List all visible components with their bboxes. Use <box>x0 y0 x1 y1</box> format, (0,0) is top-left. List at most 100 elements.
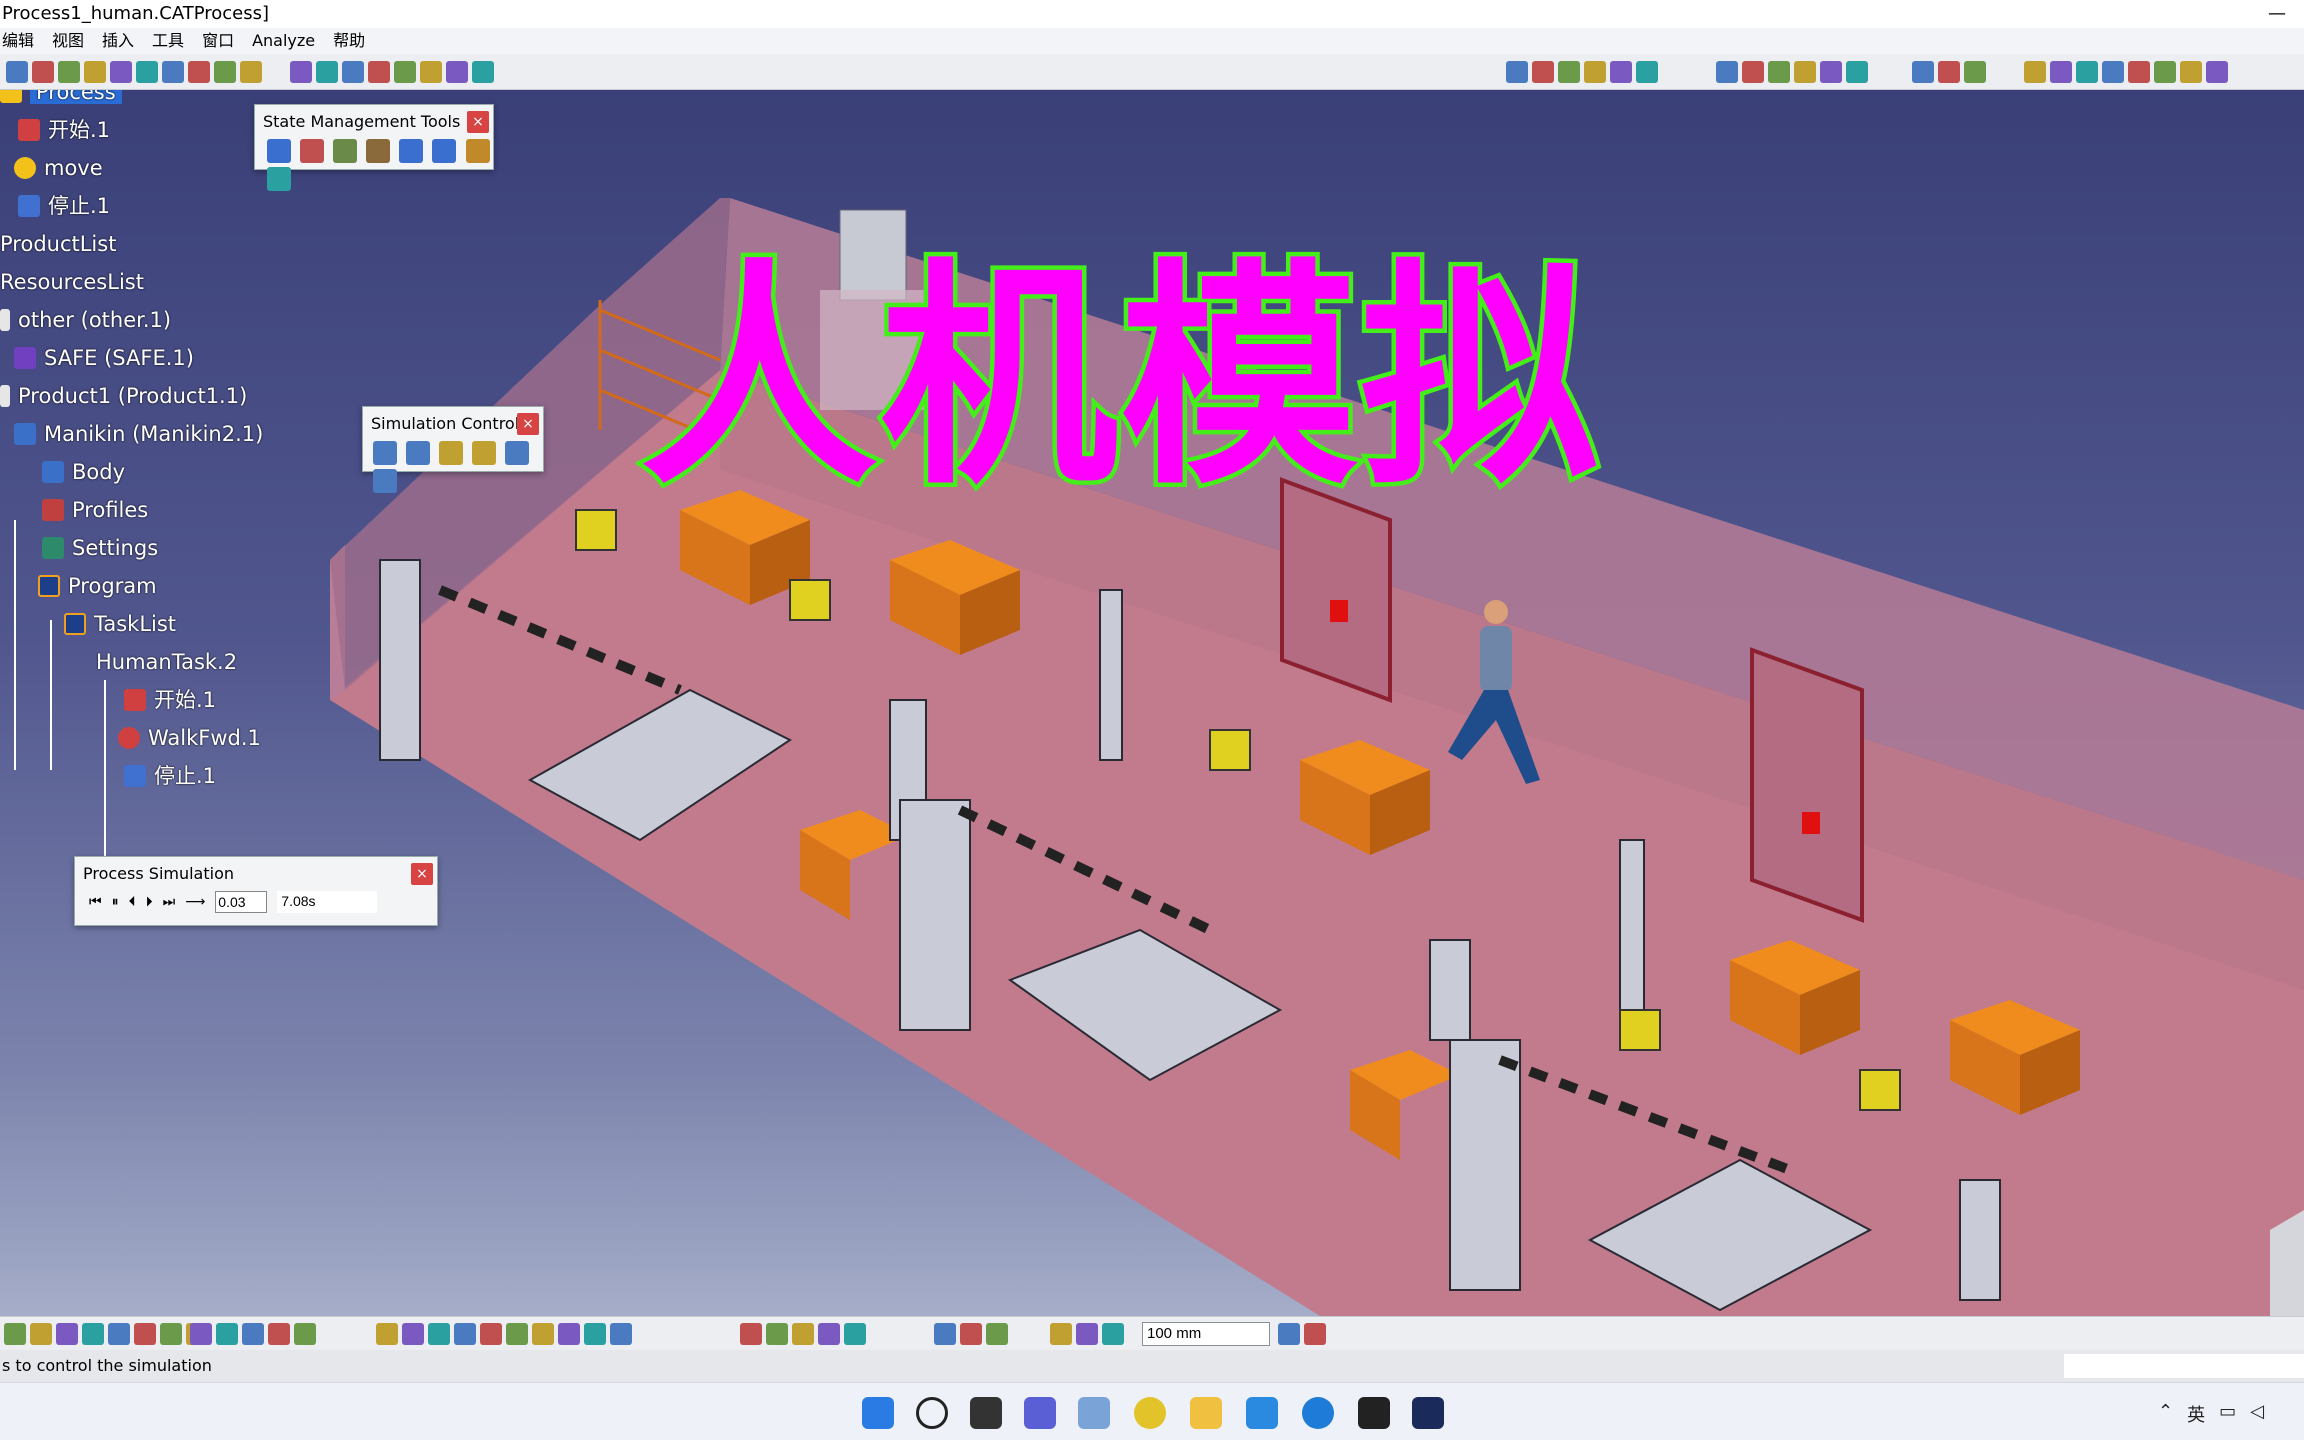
tree-node-resourceslist[interactable]: ResourcesList <box>0 268 144 296</box>
toolbar-tool-icon[interactable] <box>32 61 54 83</box>
tree-node-task-start[interactable]: 开始.1 <box>124 686 216 714</box>
bottom-tool-icon[interactable] <box>1304 1323 1326 1345</box>
state-tool-icon[interactable] <box>432 139 457 163</box>
toolbar-tool-icon[interactable] <box>2050 61 2072 83</box>
3d-viewport[interactable]: 人机模拟 Process 开始.1 move 停止.1 ProductList … <box>0 90 2304 1316</box>
bottom-tool-icon[interactable] <box>454 1323 476 1345</box>
bottom-tool-icon[interactable] <box>402 1323 424 1345</box>
bottom-tool-icon[interactable] <box>506 1323 528 1345</box>
bottom-tool-icon[interactable] <box>268 1323 290 1345</box>
toolbar-tool-icon[interactable] <box>2206 61 2228 83</box>
tree-node-product1[interactable]: Product1 (Product1.1) <box>0 382 247 410</box>
bottom-tool-icon[interactable] <box>1278 1323 1300 1345</box>
toolbar-tool-icon[interactable] <box>1584 61 1606 83</box>
pause-icon[interactable]: ⏸ <box>112 894 119 910</box>
toolbar-tool-icon[interactable] <box>1532 61 1554 83</box>
tree-node-settings[interactable]: Settings <box>42 534 158 562</box>
close-icon[interactable]: × <box>467 111 489 133</box>
toolbar-tool-icon[interactable] <box>136 61 158 83</box>
toolbar-tool-icon[interactable] <box>2154 61 2176 83</box>
close-icon[interactable]: × <box>411 863 433 885</box>
bottom-tool-icon[interactable] <box>1102 1323 1124 1345</box>
skip-to-end-icon[interactable]: ⏭ <box>163 894 176 910</box>
zoom-select[interactable]: 100 mm <box>1142 1322 1270 1346</box>
toolbar-tool-icon[interactable] <box>1742 61 1764 83</box>
toolbar-tool-icon[interactable] <box>420 61 442 83</box>
toolbar-tool-icon[interactable] <box>472 61 494 83</box>
toolbar-tool-icon[interactable] <box>368 61 390 83</box>
toolbar-tool-icon[interactable] <box>1938 61 1960 83</box>
toolbar-tool-icon[interactable] <box>446 61 468 83</box>
toolbar-tool-icon[interactable] <box>58 61 80 83</box>
toolbar-tool-icon[interactable] <box>1912 61 1934 83</box>
tree-node-humantask[interactable]: HumanTask.2 <box>96 648 237 676</box>
bottom-tool-icon[interactable] <box>82 1323 104 1345</box>
state-tool-icon[interactable] <box>399 139 424 163</box>
sim-tool-icon[interactable] <box>472 441 497 465</box>
toolbar-tool-icon[interactable] <box>1716 61 1738 83</box>
state-tool-icon[interactable] <box>267 139 291 163</box>
app-icon[interactable] <box>1246 1397 1278 1429</box>
bottom-tool-icon[interactable] <box>376 1323 398 1345</box>
display-icon[interactable]: ▭ <box>2219 1401 2236 1427</box>
sim-tool-icon[interactable] <box>439 441 464 465</box>
folder-icon[interactable] <box>1190 1397 1222 1429</box>
chrome-icon[interactable] <box>1134 1397 1166 1429</box>
bottom-tool-icon[interactable] <box>792 1323 814 1345</box>
toolbar-tool-icon[interactable] <box>240 61 262 83</box>
step-arrow-icon[interactable]: ⟶ <box>185 894 205 910</box>
toolbar-tool-icon[interactable] <box>2076 61 2098 83</box>
chevron-up-icon[interactable]: ⌃ <box>2158 1401 2173 1427</box>
menu-window[interactable]: 窗口 <box>202 28 234 54</box>
tree-node-program[interactable]: Program <box>38 572 157 600</box>
menu-view[interactable]: 视图 <box>52 28 84 54</box>
tree-node-walkfwd[interactable]: WalkFwd.1 <box>118 724 261 752</box>
tree-node-other[interactable]: other (other.1) <box>0 306 171 334</box>
toolbar-tool-icon[interactable] <box>316 61 338 83</box>
bottom-tool-icon[interactable] <box>960 1323 982 1345</box>
bottom-tool-icon[interactable] <box>844 1323 866 1345</box>
toolbar-tool-icon[interactable] <box>394 61 416 83</box>
menu-edit[interactable]: 编辑 <box>2 28 34 54</box>
state-tool-icon[interactable] <box>366 139 391 163</box>
bottom-tool-icon[interactable] <box>1050 1323 1072 1345</box>
tree-node-stop[interactable]: 停止.1 <box>18 192 110 220</box>
tree-node-start[interactable]: 开始.1 <box>18 116 110 144</box>
menu-analyze[interactable]: Analyze <box>252 28 315 54</box>
tree-node-safe[interactable]: SAFE (SAFE.1) <box>14 344 194 372</box>
toolbar-tool-icon[interactable] <box>1964 61 1986 83</box>
task-view-icon[interactable] <box>970 1397 1002 1429</box>
bottom-tool-icon[interactable] <box>190 1323 212 1345</box>
bottom-tool-icon[interactable] <box>740 1323 762 1345</box>
bottom-tool-icon[interactable] <box>56 1323 78 1345</box>
notes-icon[interactable] <box>1358 1397 1390 1429</box>
state-tool-icon[interactable] <box>333 139 358 163</box>
toolbar-tool-icon[interactable] <box>1768 61 1790 83</box>
start-menu-icon[interactable] <box>862 1397 894 1429</box>
tree-node-manikin[interactable]: Manikin (Manikin2.1) <box>14 420 263 448</box>
menu-tools[interactable]: 工具 <box>152 28 184 54</box>
step-back-icon[interactable]: ⏴ <box>129 894 136 910</box>
tree-node-process[interactable]: Process <box>0 90 122 106</box>
state-tool-icon[interactable] <box>267 167 291 191</box>
bottom-tool-icon[interactable] <box>428 1323 450 1345</box>
state-tool-icon[interactable] <box>465 139 490 163</box>
tree-node-body[interactable]: Body <box>42 458 125 486</box>
toolbar-tool-icon[interactable] <box>2180 61 2202 83</box>
menu-help[interactable]: 帮助 <box>333 28 365 54</box>
toolbar-tool-icon[interactable] <box>110 61 132 83</box>
toolbar-tool-icon[interactable] <box>6 61 28 83</box>
bottom-tool-icon[interactable] <box>1076 1323 1098 1345</box>
toolbar-tool-icon[interactable] <box>1506 61 1528 83</box>
bottom-tool-icon[interactable] <box>294 1323 316 1345</box>
toolbar-tool-icon[interactable] <box>188 61 210 83</box>
bottom-tool-icon[interactable] <box>532 1323 554 1345</box>
bottom-tool-icon[interactable] <box>610 1323 632 1345</box>
tree-node-tasklist[interactable]: TaskList <box>64 610 176 638</box>
toolbar-tool-icon[interactable] <box>1558 61 1580 83</box>
search-icon[interactable] <box>916 1397 948 1429</box>
bottom-tool-icon[interactable] <box>584 1323 606 1345</box>
bottom-tool-icon[interactable] <box>4 1323 26 1345</box>
bottom-tool-icon[interactable] <box>242 1323 264 1345</box>
language-indicator[interactable]: 英 <box>2187 1401 2205 1427</box>
